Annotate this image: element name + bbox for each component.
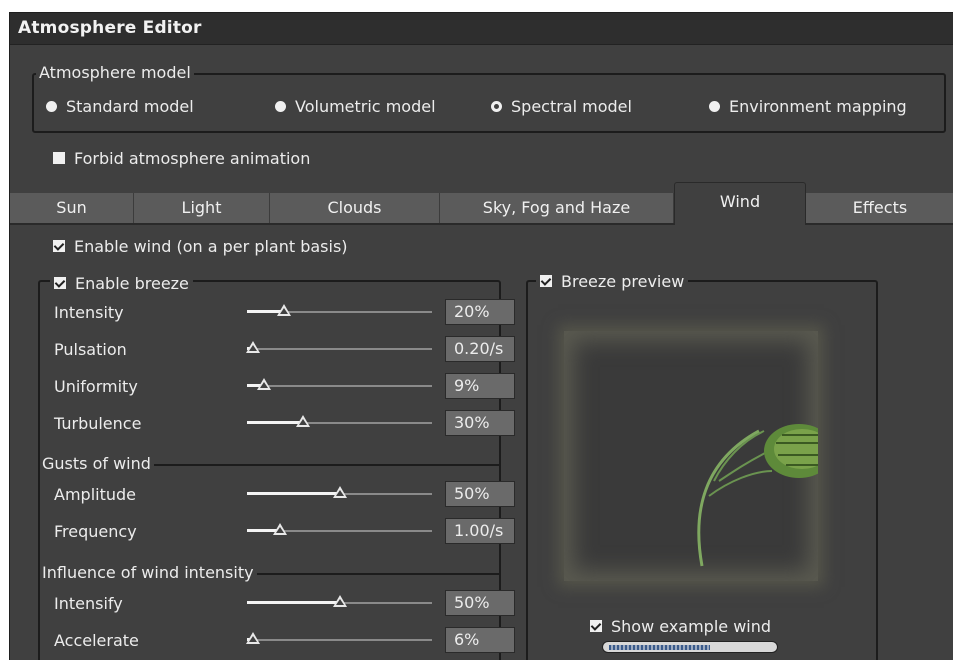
- slider-thumb-icon[interactable]: [245, 341, 260, 353]
- slider-track[interactable]: [245, 632, 432, 644]
- radio-selected-icon: [491, 100, 502, 112]
- slider-row-pulsation: Pulsation 0.20/s: [40, 334, 515, 364]
- tab-clouds[interactable]: Clouds: [270, 193, 440, 223]
- tab-light[interactable]: Light: [134, 193, 270, 223]
- show-example-wind-checkbox[interactable]: Show example wind: [590, 616, 771, 636]
- plant-preview-icon: [697, 424, 818, 567]
- checkbox-label: Breeze preview: [561, 271, 685, 291]
- slider-label: Accelerate: [54, 631, 139, 650]
- slider-label: Turbulence: [54, 414, 142, 433]
- radio-dot-icon: [275, 100, 286, 112]
- tab-sun[interactable]: Sun: [10, 193, 134, 223]
- slider-fill: [247, 492, 340, 495]
- breeze-preview-checkbox[interactable]: Breeze preview: [536, 271, 689, 291]
- value-field[interactable]: 1.00/s: [445, 518, 515, 544]
- title-bar[interactable]: Atmosphere Editor: [10, 13, 953, 45]
- slider-row-turbulence: Turbulence 30%: [40, 408, 515, 438]
- enable-wind-checkbox[interactable]: Enable wind (on a per plant basis): [53, 236, 348, 256]
- gusts-heading: Gusts of wind: [40, 454, 154, 473]
- slider-fill: [247, 421, 303, 424]
- tab-strip: Sun Light Clouds Sky, Fog and Haze Wind …: [10, 182, 953, 225]
- checkbox-checked-icon: [54, 277, 66, 289]
- value-field[interactable]: 0.20/s: [445, 336, 515, 362]
- radio-standard-model[interactable]: Standard model: [46, 96, 194, 116]
- slider-track[interactable]: [245, 341, 432, 353]
- radio-volumetric-model[interactable]: Volumetric model: [275, 96, 436, 116]
- radio-dot-icon: [709, 100, 720, 112]
- slider-label: Frequency: [54, 522, 137, 541]
- checkbox-label: Enable breeze: [75, 273, 189, 293]
- tab-wind[interactable]: Wind: [674, 182, 806, 225]
- radio-label: Environment mapping: [729, 96, 907, 116]
- value-field[interactable]: 50%: [445, 481, 515, 507]
- radio-label: Spectral model: [511, 96, 632, 116]
- checkbox-checked-icon: [590, 620, 602, 632]
- slider-track[interactable]: [247, 415, 432, 427]
- slider-track[interactable]: [247, 378, 432, 390]
- radio-label: Volumetric model: [295, 96, 436, 116]
- tab-effects[interactable]: Effects: [806, 193, 953, 223]
- atmosphere-editor-window: Atmosphere Editor Atmosphere model Stand…: [9, 12, 953, 660]
- slider-row-accelerate: Accelerate 6%: [40, 625, 515, 655]
- forbid-animation-checkbox[interactable]: Forbid atmosphere animation: [53, 148, 310, 168]
- breeze-preview-viewport: [564, 331, 818, 581]
- checkbox-unchecked-icon: [53, 152, 65, 164]
- checkbox-checked-icon: [540, 275, 552, 287]
- value-field[interactable]: 20%: [445, 299, 515, 325]
- slider-thumb-icon[interactable]: [273, 523, 288, 535]
- value-field[interactable]: 6%: [445, 627, 515, 653]
- slider-label: Uniformity: [54, 377, 138, 396]
- slider-track[interactable]: [247, 523, 432, 535]
- slider-track[interactable]: [247, 486, 432, 498]
- value-field[interactable]: 9%: [445, 373, 515, 399]
- radio-environment-mapping[interactable]: Environment mapping: [709, 96, 907, 116]
- slider-label: Intensity: [54, 303, 124, 322]
- checkbox-checked-icon: [53, 240, 65, 252]
- checkbox-label: Enable wind (on a per plant basis): [74, 236, 348, 256]
- slider-label: Amplitude: [54, 485, 136, 504]
- slider-row-intensity: Intensity 20%: [40, 297, 515, 327]
- slider-row-intensify: Intensify 50%: [40, 588, 515, 618]
- slider-track[interactable]: [247, 304, 432, 316]
- slider-row-frequency: Frequency 1.00/s: [40, 516, 515, 546]
- slider-thumb-icon[interactable]: [332, 595, 347, 607]
- slider-thumb-icon[interactable]: [295, 415, 310, 427]
- slider-thumb-icon[interactable]: [277, 304, 291, 316]
- window-title: Atmosphere Editor: [18, 18, 202, 38]
- slider-label: Pulsation: [54, 340, 127, 359]
- slider-thumb-icon[interactable]: [332, 486, 347, 498]
- radio-dot-icon: [46, 100, 57, 112]
- value-field[interactable]: 50%: [445, 590, 515, 616]
- enable-breeze-checkbox[interactable]: Enable breeze: [50, 273, 193, 293]
- slider-row-amplitude: Amplitude 50%: [40, 479, 515, 509]
- checkbox-label: Show example wind: [611, 616, 772, 636]
- slider-thumb-icon[interactable]: [245, 632, 260, 644]
- slider-fill: [247, 601, 340, 604]
- slider-row-uniformity: Uniformity 9%: [40, 371, 515, 401]
- radio-spectral-model[interactable]: Spectral model: [491, 96, 632, 116]
- example-wind-progress: [602, 641, 778, 653]
- slider-thumb-icon[interactable]: [256, 378, 271, 390]
- slider-label: Intensify: [54, 594, 123, 613]
- influence-heading: Influence of wind intensity: [40, 563, 257, 582]
- tab-sky-fog-haze[interactable]: Sky, Fog and Haze: [440, 193, 674, 223]
- radio-label: Standard model: [66, 96, 194, 116]
- slider-track[interactable]: [247, 595, 432, 607]
- atmosphere-model-legend: Atmosphere model: [36, 64, 194, 82]
- progress-fill: [609, 645, 710, 650]
- value-field[interactable]: 30%: [445, 410, 515, 436]
- checkbox-label: Forbid atmosphere animation: [74, 148, 311, 168]
